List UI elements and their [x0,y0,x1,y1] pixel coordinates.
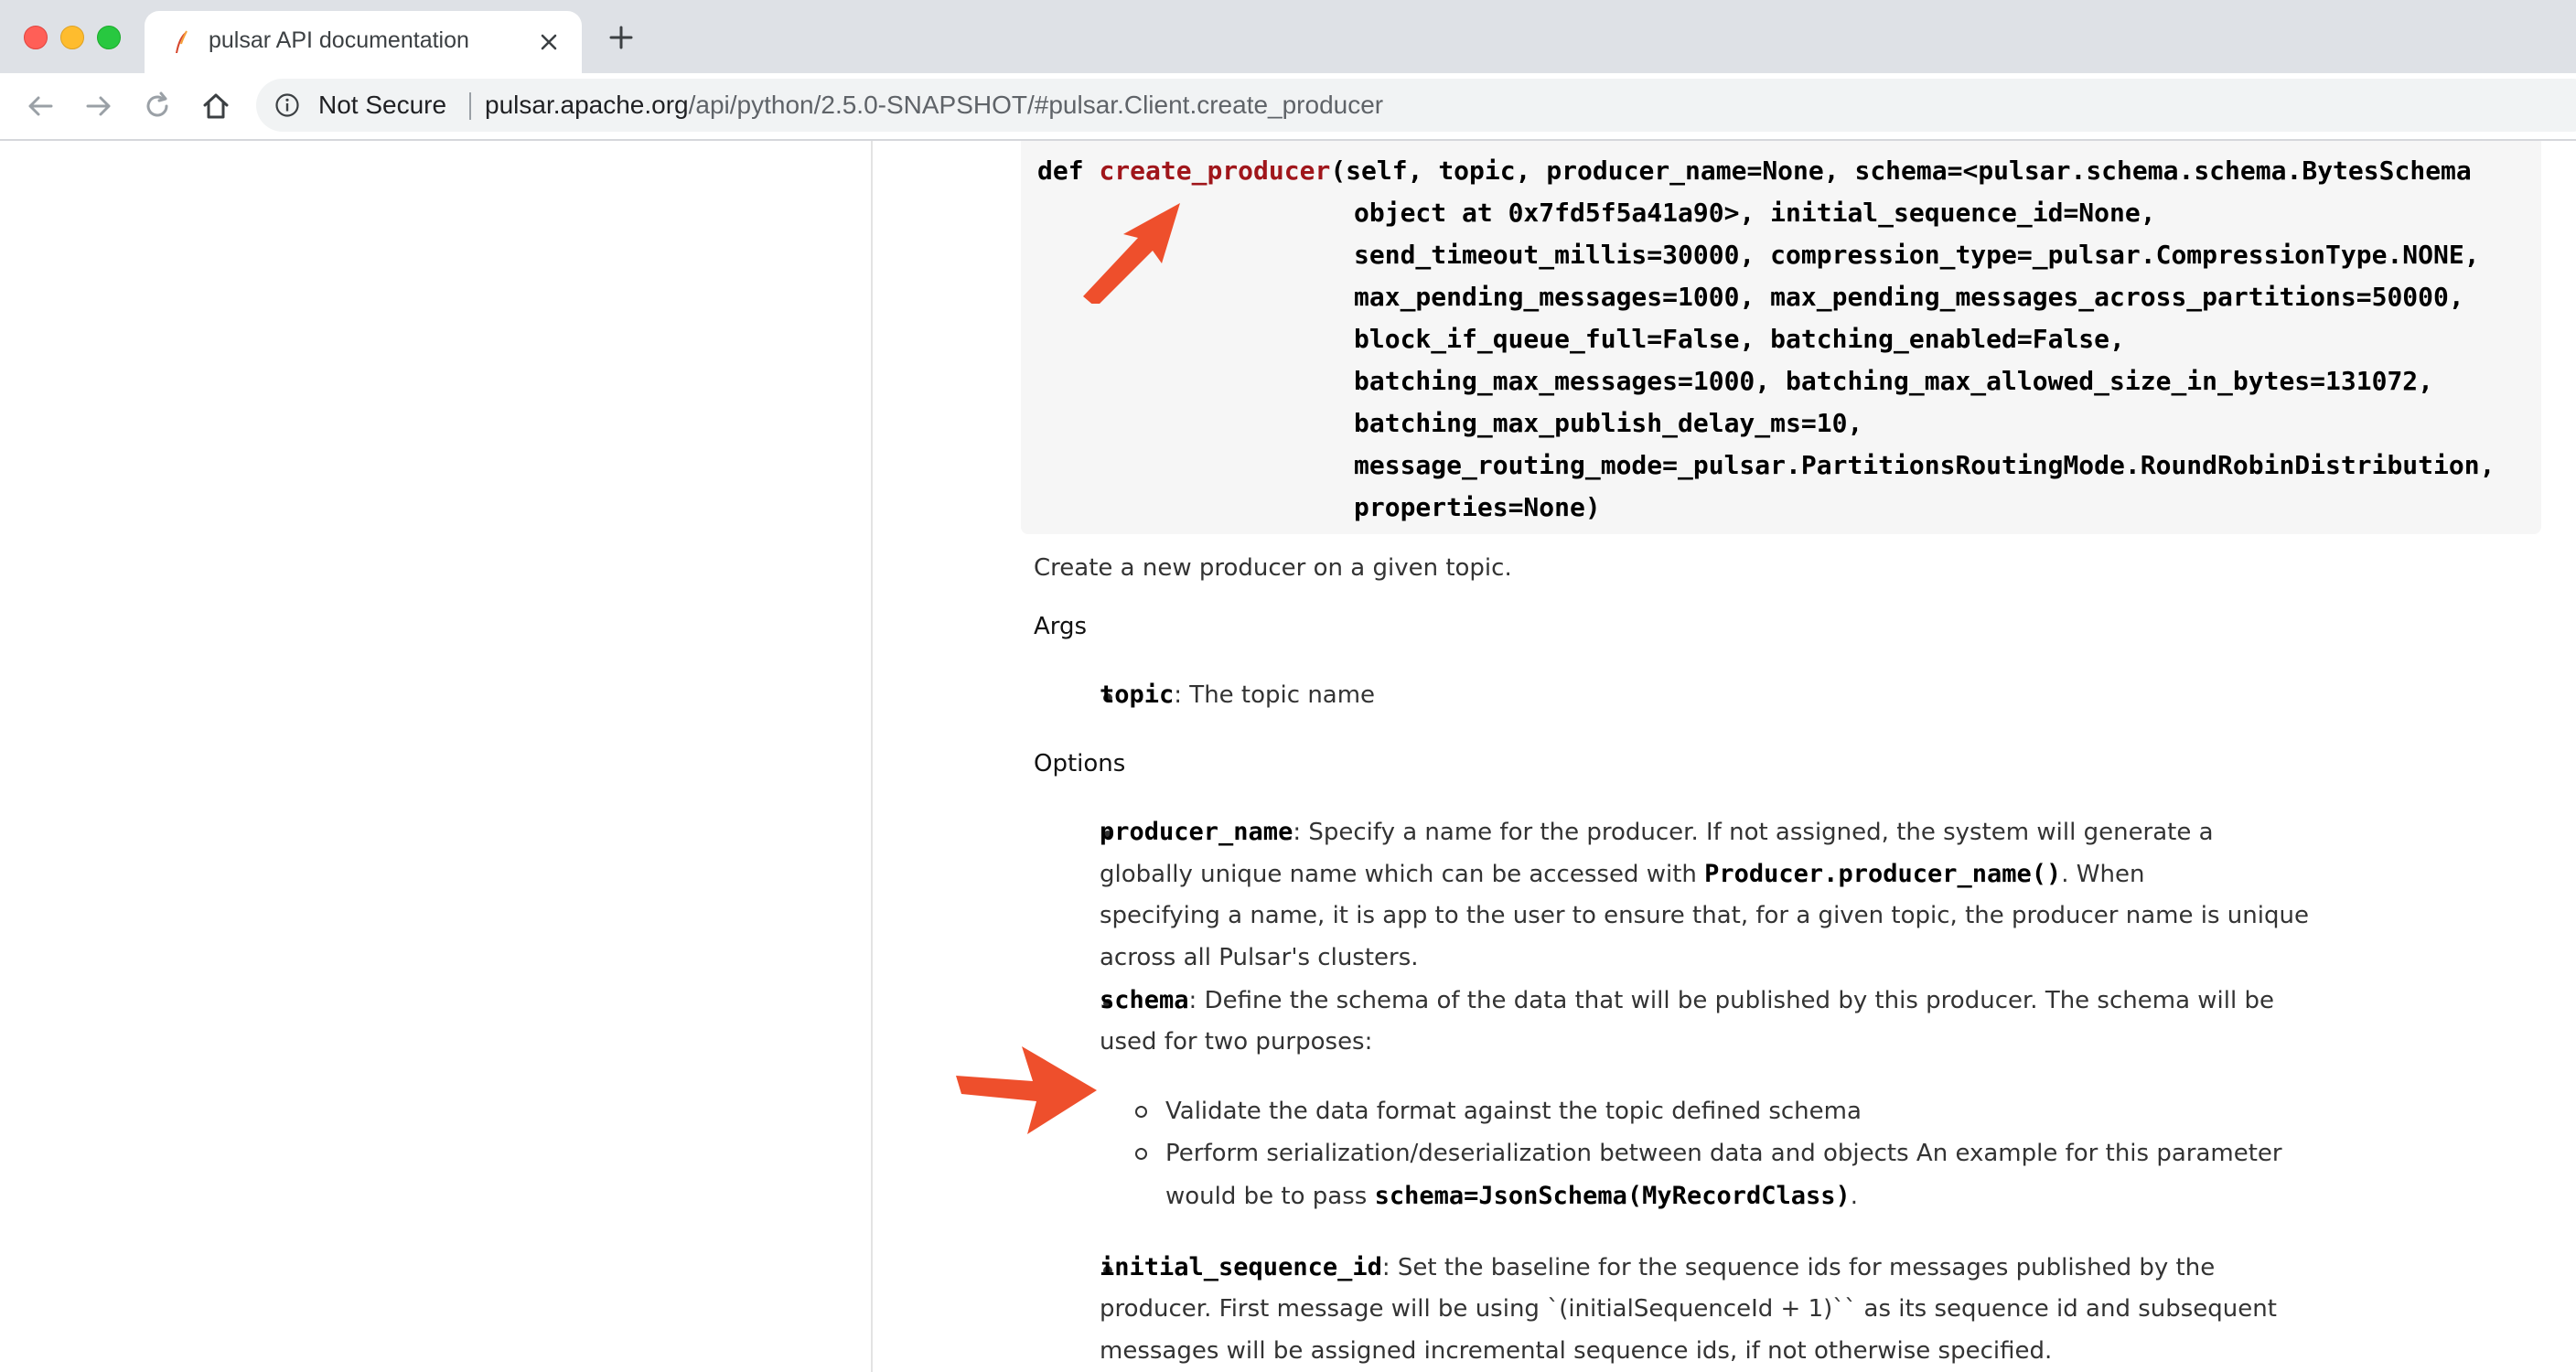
address-bar[interactable]: Not Secure pulsar.apache.org/api/python/… [256,79,2576,132]
browser-toolbar: Not Secure pulsar.apache.org/api/python/… [0,73,2576,141]
option-producer-name-text: . When [2061,861,2145,888]
option-producer-name-line-2: globally unique name which can be access… [1100,860,2144,888]
option-schema: schema [1100,986,1189,1014]
option-initial-sequence-id-line-3: messages will be assigned incremental se… [1100,1337,2053,1365]
option-producer-name-line-3: specifying a name, it is app to the user… [1100,902,2309,929]
signature-line-6: batching_max_messages=1000, batching_max… [1354,366,2434,396]
tab-title: pulsar API documentation [209,27,469,53]
sub-list-bullet [1135,1106,1147,1118]
option-schema-line-2: used for two purposes: [1100,1028,1373,1056]
option-producer-name-text: globally unique name which can be access… [1100,861,1705,888]
option-initial-sequence-id-line-2: producer. First message will be using `(… [1100,1295,2277,1323]
option-schema-line-1: schema: Define the schema of the data th… [1100,986,2274,1014]
browser-tab-active[interactable]: pulsar API documentation [145,11,582,73]
sidebar-divider [871,141,873,1372]
signature-line-3: send_timeout_millis=30000, compression_t… [1354,240,2480,270]
annotation-arrow-icon [956,1046,1097,1134]
producer-name-accessor-code: Producer.producer_name() [1704,860,2062,888]
schema-purpose-2-text: would be to pass [1165,1183,1375,1210]
schema-purpose-1: Validate the data format against the top… [1165,1098,1862,1125]
signature-params: (self, topic, producer_name=None, schema… [1330,155,2472,186]
arg-topic-desc: : The topic name [1174,681,1376,709]
option-producer-name: producer_name [1100,818,1293,846]
options-heading: Options [1034,750,1126,777]
function-name: create_producer [1099,155,1331,186]
close-tab-icon[interactable] [536,29,562,55]
info-icon[interactable] [274,92,300,118]
browser-tab-strip: pulsar API documentation [0,0,2576,73]
option-schema-desc: : Define the schema of the data that wil… [1188,987,2274,1014]
pulsar-feather-icon [176,30,188,53]
def-keyword: def [1037,155,1100,186]
forward-arrow-icon[interactable] [82,90,115,123]
signature-line-8: message_routing_mode=_pulsar.PartitionsR… [1354,450,2496,480]
window-maximize-button[interactable] [97,26,121,49]
option-producer-name-line-4: across all Pulsar's clusters. [1100,944,1419,971]
sub-list-bullet [1135,1148,1147,1160]
arg-topic-name: topic [1100,681,1175,709]
signature-line-1: def create_producer(self, topic, produce… [1037,155,2472,186]
signature-line-5: block_if_queue_full=False, batching_enab… [1354,324,2125,354]
schema-purpose-2-line-2: would be to pass schema=JsonSchema(MyRec… [1165,1182,1858,1210]
signature-line-2: object at 0x7fd5f5a41a90>, initial_seque… [1354,198,2156,228]
option-initial-sequence-id-line-1: initial_sequence_id: Set the baseline fo… [1100,1253,2215,1281]
args-heading: Args [1034,613,1088,640]
schema-purpose-2-line-1: Perform serialization/deserialization be… [1165,1140,2282,1167]
option-initial-sequence-id: initial_sequence_id [1100,1253,1382,1281]
option-producer-name-desc: : Specify a name for the producer. If no… [1293,819,2214,846]
sidebar-panel [0,141,871,1372]
schema-purpose-2-text: . [1850,1183,1859,1210]
signature-line-4: max_pending_messages=1000, max_pending_m… [1354,282,2464,312]
reload-icon[interactable] [141,90,174,123]
home-icon[interactable] [199,90,232,123]
schema-example-code: schema=JsonSchema(MyRecordClass) [1374,1182,1851,1210]
annotation-arrow-icon [1083,203,1180,304]
new-tab-icon[interactable] [607,24,635,51]
url-text[interactable]: pulsar.apache.org/api/python/2.5.0-SNAPS… [485,91,1383,120]
option-initial-sequence-id-desc: : Set the baseline for the sequence ids … [1381,1254,2216,1281]
address-bar-separator [469,92,471,120]
window-minimize-button[interactable] [60,26,84,49]
url-host: pulsar.apache.org [485,91,689,119]
signature-line-9: properties=None) [1354,492,1601,522]
function-signature-block: def create_producer(self, topic, produce… [1021,141,2541,534]
function-summary: Create a new producer on a given topic. [1034,554,1512,582]
arg-topic: topic: The topic name [1100,681,1375,709]
url-path: /api/python/2.5.0-SNAPSHOT/#pulsar.Clien… [688,91,1384,119]
signature-line-7: batching_max_publish_delay_ms=10, [1354,408,1863,438]
option-producer-name-line-1: producer_name: Specify a name for the pr… [1100,818,2214,846]
not-secure-label[interactable]: Not Secure [318,91,446,120]
back-arrow-icon[interactable] [24,90,57,123]
window-close-button[interactable] [24,26,48,49]
